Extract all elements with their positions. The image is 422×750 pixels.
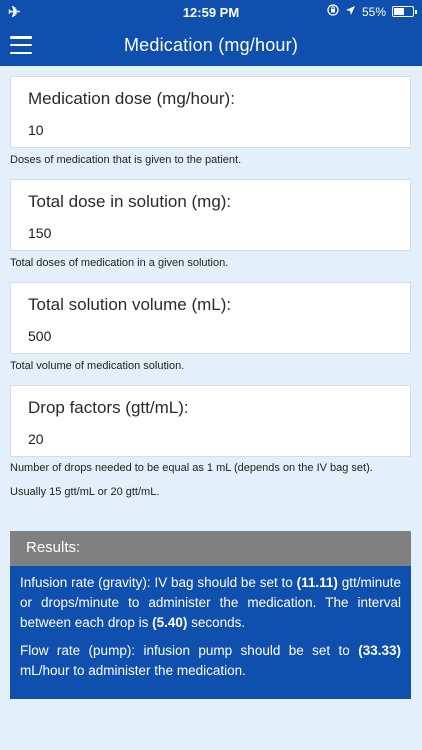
medication-dose-input[interactable] bbox=[28, 119, 388, 141]
drop-factor-input[interactable] bbox=[28, 428, 388, 450]
total-dose-help: Total doses of medication in a given sol… bbox=[10, 257, 229, 269]
status-bar: ✈ 12:59 PM 55% bbox=[0, 0, 422, 24]
battery-percent: 55% bbox=[361, 4, 386, 19]
total-dose-input[interactable] bbox=[28, 222, 388, 244]
solution-volume-card[interactable]: Total solution volume (mL): bbox=[10, 282, 411, 354]
location-arrow-icon bbox=[345, 5, 356, 19]
medication-dose-label: Medication dose (mg/hour): bbox=[28, 89, 235, 108]
airplane-icon: ✈ bbox=[8, 4, 21, 21]
pump-rate-value: (33.33) bbox=[358, 643, 401, 658]
gravity-rate-value: (11.11) bbox=[296, 575, 338, 590]
results-panel: Infusion rate (gravity): IV bag should b… bbox=[10, 566, 411, 699]
status-indicators: 55% bbox=[327, 4, 417, 19]
drop-interval-value: (5.40) bbox=[152, 615, 188, 630]
drop-factor-help-line2: Usually 15 gtt/mL or 20 gtt/mL. bbox=[10, 486, 160, 498]
drop-factor-help-line1: Number of drops needed to be equal as 1 … bbox=[10, 462, 373, 474]
solution-volume-label: Total solution volume (mL): bbox=[28, 295, 232, 314]
results-header: Results: bbox=[10, 531, 411, 566]
status-time: 12:59 PM bbox=[182, 4, 240, 20]
solution-volume-help: Total volume of medication solution. bbox=[10, 360, 185, 372]
total-dose-label: Total dose in solution (mg): bbox=[28, 192, 232, 211]
gravity-result: Infusion rate (gravity): IV bag should b… bbox=[20, 575, 402, 630]
pump-result: Flow rate (pump): infusion pump should b… bbox=[20, 643, 401, 678]
battery-icon bbox=[392, 6, 417, 17]
total-dose-card[interactable]: Total dose in solution (mg): bbox=[10, 179, 411, 251]
nav-bar: Medication (mg/hour) bbox=[0, 24, 422, 66]
solution-volume-input[interactable] bbox=[28, 325, 388, 347]
page-title: Medication (mg/hour) bbox=[123, 34, 299, 55]
hamburger-menu-icon[interactable] bbox=[10, 36, 32, 54]
drop-factor-help: Number of drops needed to be equal as 1 … bbox=[10, 459, 415, 501]
rotation-lock-icon bbox=[327, 4, 339, 19]
medication-dose-card[interactable]: Medication dose (mg/hour): bbox=[10, 76, 411, 148]
medication-dose-help: Doses of medication that is given to the… bbox=[10, 154, 242, 166]
drop-factor-label: Drop factors (gtt/mL): bbox=[28, 398, 189, 417]
drop-factor-card[interactable]: Drop factors (gtt/mL): bbox=[10, 385, 411, 457]
battery-fill bbox=[394, 8, 404, 15]
